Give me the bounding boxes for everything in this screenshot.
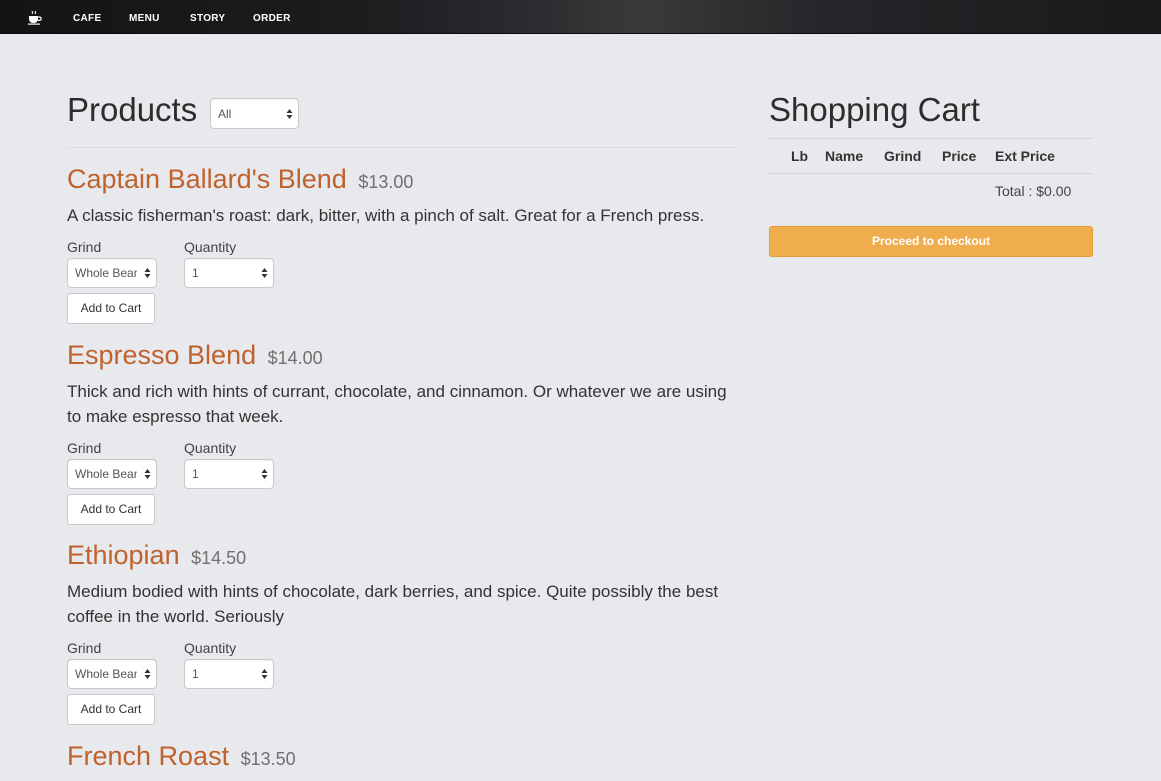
quantity-label: Quantity <box>184 640 237 656</box>
grind-label: Grind <box>67 239 102 255</box>
proceed-to-checkout-button[interactable]: Proceed to checkout <box>769 226 1093 257</box>
cart-divider <box>769 138 1093 139</box>
select-arrows-icon <box>286 108 293 119</box>
grind-label: Grind <box>67 640 102 656</box>
top-navbar: CAFE MENU STORY ORDER <box>0 0 1161 34</box>
quantity-value: 1 <box>192 467 199 481</box>
quantity-select[interactable]: 1 <box>184 258 274 288</box>
product-title: Captain Ballard's Blend $13.00 <box>67 163 413 198</box>
nav-menu[interactable]: MENU <box>129 13 160 24</box>
nav-order[interactable]: ORDER <box>253 13 291 24</box>
nav-story[interactable]: STORY <box>190 13 225 24</box>
coffee-cup-icon[interactable] <box>26 8 44 26</box>
quantity-value: 1 <box>192 266 199 280</box>
product-description: Medium bodied with hints of chocolate, d… <box>67 582 719 626</box>
quantity-label: Quantity <box>184 239 237 255</box>
select-arrows-icon <box>144 469 151 479</box>
add-to-cart-button[interactable]: Add to Cart <box>67 694 155 725</box>
product-description: A classic fisherman's roast: dark, bitte… <box>67 206 705 225</box>
cart-col-lb: Lb <box>791 148 809 164</box>
select-arrows-icon <box>261 669 268 679</box>
cart-divider <box>769 173 1093 174</box>
quantity-value: 1 <box>192 667 199 681</box>
category-filter-select[interactable]: All <box>210 98 299 129</box>
product-title: French Roast $13.50 <box>67 740 296 775</box>
cart-total: Total : $0.00 <box>995 183 1072 199</box>
product-name: Espresso Blend <box>67 340 257 370</box>
products-heading: Products <box>67 91 198 128</box>
grind-select[interactable]: Whole Bean <box>67 459 157 489</box>
quantity-select[interactable]: 1 <box>184 659 274 689</box>
cart-col-price: Price <box>942 148 977 164</box>
quantity-select[interactable]: 1 <box>184 459 274 489</box>
select-arrows-icon <box>144 669 151 679</box>
grind-value: Whole Bean <box>75 266 137 280</box>
product-price: $13.00 <box>358 172 414 192</box>
grind-label: Grind <box>67 440 102 456</box>
quantity-label: Quantity <box>184 440 237 456</box>
select-arrows-icon <box>261 268 268 278</box>
grind-select[interactable]: Whole Bean <box>67 659 157 689</box>
add-to-cart-button[interactable]: Add to Cart <box>67 494 155 525</box>
products-divider <box>67 147 736 148</box>
grind-select[interactable]: Whole Bean <box>67 258 157 288</box>
product-title: Espresso Blend $14.00 <box>67 339 323 374</box>
product-price: $13.50 <box>240 749 296 769</box>
add-to-cart-button[interactable]: Add to Cart <box>67 293 155 324</box>
grind-value: Whole Bean <box>75 667 137 681</box>
select-arrows-icon <box>144 268 151 278</box>
cart-col-name: Name <box>825 148 864 164</box>
grind-value: Whole Bean <box>75 467 137 481</box>
product-description: Thick and rich with hints of currant, ch… <box>67 382 727 426</box>
product-name: Ethiopian <box>67 540 180 570</box>
cart-col-grind: Grind <box>884 148 922 164</box>
cart-heading: Shopping Cart <box>769 91 980 128</box>
nav-cafe[interactable]: CAFE <box>73 13 101 24</box>
product-price: $14.00 <box>267 348 323 368</box>
filter-value: All <box>218 106 232 121</box>
select-arrows-icon <box>261 469 268 479</box>
product-name: Captain Ballard's Blend <box>67 164 347 194</box>
cart-col-ext-price: Ext Price <box>995 148 1055 164</box>
product-price: $14.50 <box>191 548 247 568</box>
product-name: French Roast <box>67 741 230 771</box>
product-title: Ethiopian $14.50 <box>67 539 246 574</box>
